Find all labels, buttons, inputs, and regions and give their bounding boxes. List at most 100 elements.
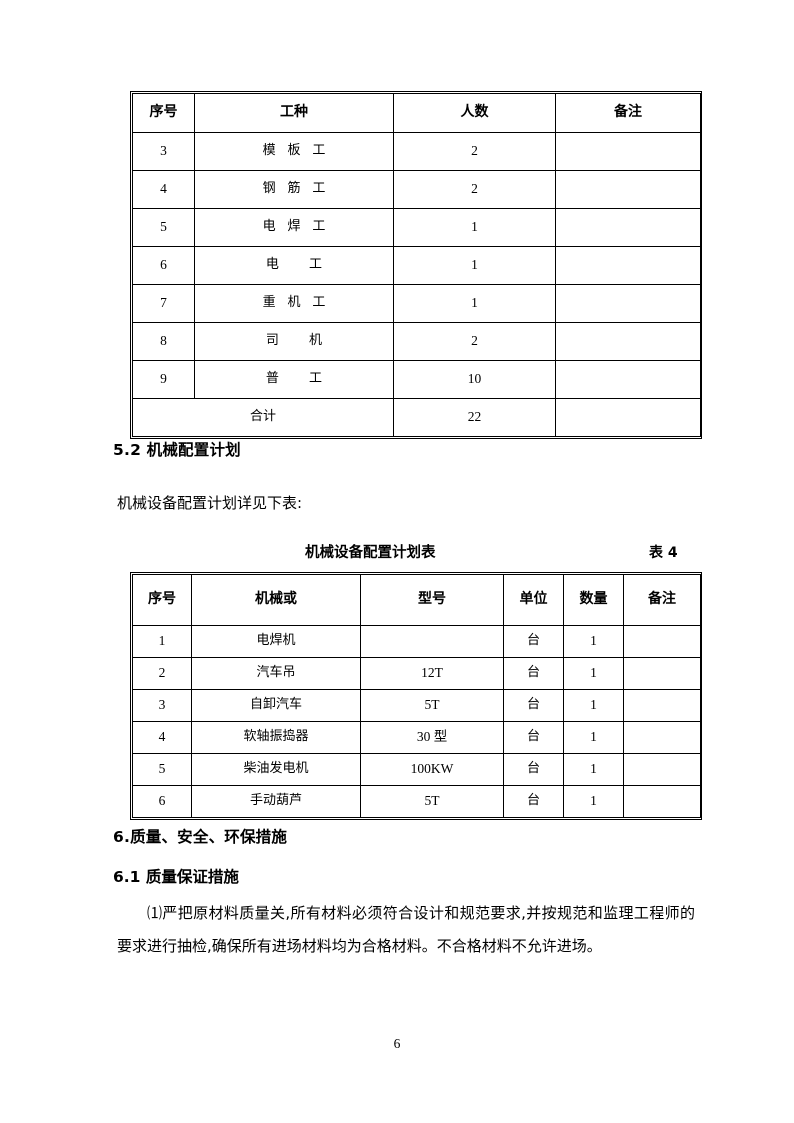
labor-cell-no: 8 <box>132 322 195 361</box>
machine-cell-machine: 柴油发电机 <box>191 753 361 786</box>
labor-col-trade: 工种 <box>194 93 394 133</box>
machine-col-qty: 数量 <box>563 574 624 626</box>
machine-cell-qty: 1 <box>563 625 624 658</box>
machine-cell-model: 30 型 <box>360 721 504 754</box>
labor-cell-trade: 模 板 工 <box>194 132 394 171</box>
labor-cell-trade: 普 工 <box>194 360 394 399</box>
labor-cell-count: 1 <box>393 246 556 285</box>
labor-col-remark: 备注 <box>555 93 701 133</box>
labor-cell-remark <box>555 170 701 209</box>
machine-cell-machine: 电焊机 <box>191 625 361 658</box>
labor-cell-count: 1 <box>393 208 556 247</box>
machine-cell-model: 5T <box>360 785 504 818</box>
paragraph-machine-intro: 机械设备配置计划详见下表: <box>117 494 303 512</box>
table-row: 3 自卸汽车 5T 台 1 <box>132 689 701 722</box>
table-row: 8 司 机 2 <box>132 322 701 361</box>
machine-cell-unit: 台 <box>503 721 564 754</box>
labor-table: 序号 工种 人数 备注 3 模 板 工 2 4 钢 筋 工 2 5 电 焊 工 … <box>132 93 701 437</box>
table-row: 5 电 焊 工 1 <box>132 208 701 247</box>
heading-5-2: 5.2 机械配置计划 <box>113 441 241 459</box>
labor-cell-trade: 司 机 <box>194 322 394 361</box>
machine-cell-qty: 1 <box>563 657 624 690</box>
table-total-row: 合计 22 <box>132 398 701 437</box>
table-row: 9 普 工 10 <box>132 360 701 399</box>
machine-cell-no: 4 <box>132 721 192 754</box>
table-row: 4 钢 筋 工 2 <box>132 170 701 209</box>
labor-cell-no: 4 <box>132 170 195 209</box>
labor-cell-no: 7 <box>132 284 195 323</box>
machine-col-model: 型号 <box>360 574 504 626</box>
labor-cell-count: 10 <box>393 360 556 399</box>
table-row: 7 重 机 工 1 <box>132 284 701 323</box>
table-row: 6 电 工 1 <box>132 246 701 285</box>
machine-cell-remark <box>623 625 701 658</box>
machine-cell-remark <box>623 785 701 818</box>
machine-col-machine: 机械或 <box>191 574 361 626</box>
machine-cell-remark <box>623 721 701 754</box>
machine-cell-no: 5 <box>132 753 192 786</box>
machine-col-no: 序号 <box>132 574 192 626</box>
machine-table-caption: 机械设备配置计划表 <box>305 545 436 561</box>
table-row: 3 模 板 工 2 <box>132 132 701 171</box>
machine-cell-machine: 汽车吊 <box>191 657 361 690</box>
machine-col-unit: 单位 <box>503 574 564 626</box>
labor-total-label: 合计 <box>132 398 394 437</box>
machine-cell-machine: 自卸汽车 <box>191 689 361 722</box>
table-row: 2 汽车吊 12T 台 1 <box>132 657 701 690</box>
machine-cell-model: 5T <box>360 689 504 722</box>
machine-col-remark: 备注 <box>623 574 701 626</box>
table-header-row: 序号 机械或 型号 单位 数量 备注 <box>132 574 701 626</box>
machine-cell-no: 6 <box>132 785 192 818</box>
labor-col-no: 序号 <box>132 93 195 133</box>
labor-cell-count: 2 <box>393 170 556 209</box>
table-row: 4 软轴振捣器 30 型 台 1 <box>132 721 701 754</box>
machine-cell-unit: 台 <box>503 785 564 818</box>
machine-cell-qty: 1 <box>563 689 624 722</box>
machine-cell-machine: 软轴振捣器 <box>191 721 361 754</box>
machine-cell-machine: 手动葫芦 <box>191 785 361 818</box>
labor-cell-no: 5 <box>132 208 195 247</box>
table-header-row: 序号 工种 人数 备注 <box>132 93 701 133</box>
machine-cell-no: 1 <box>132 625 192 658</box>
machine-cell-unit: 台 <box>503 753 564 786</box>
document-page: 序号 工种 人数 备注 3 模 板 工 2 4 钢 筋 工 2 5 电 焊 工 … <box>0 0 794 1123</box>
labor-cell-trade: 电 焊 工 <box>194 208 394 247</box>
table-row: 5 柴油发电机 100KW 台 1 <box>132 753 701 786</box>
machine-cell-no: 2 <box>132 657 192 690</box>
labor-col-count: 人数 <box>393 93 556 133</box>
machine-cell-model: 12T <box>360 657 504 690</box>
machine-table-outer-border: 序号 机械或 型号 单位 数量 备注 1 电焊机 台 1 2 汽车吊 12T 台… <box>130 572 702 820</box>
machine-cell-model: 100KW <box>360 753 504 786</box>
heading-6-1: 6.1 质量保证措施 <box>113 868 239 886</box>
machine-cell-remark <box>623 753 701 786</box>
machine-cell-no: 3 <box>132 689 192 722</box>
table-row: 6 手动葫芦 5T 台 1 <box>132 785 701 818</box>
machine-cell-qty: 1 <box>563 721 624 754</box>
labor-cell-count: 2 <box>393 322 556 361</box>
labor-cell-trade: 重 机 工 <box>194 284 394 323</box>
labor-total-remark <box>555 398 701 437</box>
machine-cell-qty: 1 <box>563 753 624 786</box>
heading-6: 6.质量、安全、环保措施 <box>113 828 288 846</box>
machine-cell-unit: 台 <box>503 625 564 658</box>
labor-cell-count: 2 <box>393 132 556 171</box>
labor-cell-trade: 电 工 <box>194 246 394 285</box>
machine-cell-unit: 台 <box>503 657 564 690</box>
labor-cell-remark <box>555 322 701 361</box>
labor-cell-no: 9 <box>132 360 195 399</box>
machine-cell-model <box>360 625 504 658</box>
labor-cell-trade: 钢 筋 工 <box>194 170 394 209</box>
labor-cell-remark <box>555 360 701 399</box>
table-row: 1 电焊机 台 1 <box>132 625 701 658</box>
labor-cell-remark <box>555 246 701 285</box>
page-number: 6 <box>393 1036 401 1051</box>
machine-cell-qty: 1 <box>563 785 624 818</box>
labor-cell-remark <box>555 132 701 171</box>
labor-cell-remark <box>555 284 701 323</box>
machine-cell-unit: 台 <box>503 689 564 722</box>
labor-total-count: 22 <box>393 398 556 437</box>
labor-cell-no: 6 <box>132 246 195 285</box>
machine-table: 序号 机械或 型号 单位 数量 备注 1 电焊机 台 1 2 汽车吊 12T 台… <box>132 574 701 818</box>
labor-cell-remark <box>555 208 701 247</box>
labor-table-outer-border: 序号 工种 人数 备注 3 模 板 工 2 4 钢 筋 工 2 5 电 焊 工 … <box>130 91 702 439</box>
